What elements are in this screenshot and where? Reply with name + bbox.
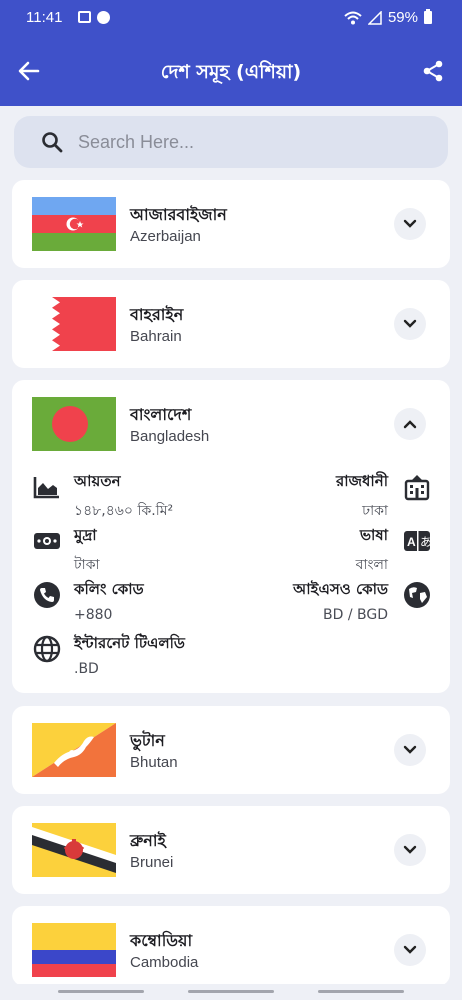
expand-button[interactable] [394,308,426,340]
country-name-en: Cambodia [130,954,199,971]
chevron-down-icon [403,945,417,954]
detail-value: .BD [74,661,99,677]
country-card-bahrain[interactable]: বাহরাইন Bahrain [12,280,450,368]
detail-value: ঢাকা [362,503,388,519]
wifi-icon [344,11,362,24]
country-name-bn: ভুটান [130,731,165,750]
expand-button[interactable] [394,734,426,766]
country-name-en: Bhutan [130,754,178,771]
globe-africa-icon [402,580,432,610]
country-card-bhutan[interactable]: ভুটান Bhutan [12,706,450,794]
detail-capital: রাজধানী ঢাকা [232,470,432,523]
search-icon [42,132,63,153]
chevron-down-icon [403,219,417,228]
detail-language: Aあ ভাষা বাংলা [232,524,432,577]
detail-value: টাকা [74,557,100,573]
detail-iso-code: আইএসও কোড BD / BGD [232,578,432,623]
phone-icon [32,580,62,610]
detail-label: ভাষা [359,526,388,544]
search-bar[interactable] [14,116,448,168]
flag-azerbaijan [32,197,116,251]
country-card-brunei[interactable]: ব্রুনাই Brunei [12,806,450,894]
nav-recents[interactable] [58,990,144,993]
detail-calling-code: কলিং কোড +880 [32,578,232,623]
detail-label: মুদ্রা [74,526,97,544]
detail-label: ইন্টারনেট টিএলডি [74,634,185,652]
detail-value: +880 [74,607,113,623]
flag-bhutan [32,723,116,777]
country-name-en: Brunei [130,854,174,871]
app-notification-icon [97,11,110,24]
country-name-bn: কম্বোডিয়া [130,931,193,950]
detail-currency: মুদ্রা টাকা [32,524,232,577]
money-icon [32,526,62,556]
country-details: আয়তন ১৪৮,৪৬০ কি.মি² রাজধানী ঢাকা মুদ্রা… [12,468,450,693]
share-icon [423,60,443,82]
chevron-down-icon [403,845,417,854]
nav-back[interactable] [318,990,404,993]
detail-area: আয়তন ১৪৮,৪৬০ কি.মি² [32,470,232,523]
globe-icon [32,634,62,664]
system-nav-bar [0,984,462,1000]
expand-button[interactable] [394,834,426,866]
country-name-bn: আজারবাইজান [130,205,227,224]
status-right: 59% [344,9,432,26]
detail-label: আয়তন [74,472,121,490]
svg-text:あ: あ [420,535,431,549]
nav-home[interactable] [188,990,274,993]
country-name-en: Azerbaijan [130,228,201,245]
status-bar: 11:41 59% [0,0,462,36]
chevron-down-icon [403,745,417,754]
country-name-en: Bangladesh [130,428,210,445]
notification-icons [78,11,110,24]
chevron-up-icon [403,420,417,429]
area-chart-icon [32,472,62,502]
detail-label: রাজধানী [335,472,388,490]
flag-cambodia [32,923,116,977]
share-button[interactable] [416,54,450,88]
country-name-bn: বাহরাইন [130,305,184,324]
detail-label: আইএসও কোড [293,580,388,598]
capital-building-icon [402,472,432,502]
country-name-en: Bahrain [130,328,182,345]
detail-label: কলিং কোড [74,580,144,598]
app-bar: দেশ সমূহ (এশিয়া) [0,36,462,106]
flag-brunei [32,823,116,877]
page-title: দেশ সমূহ (এশিয়া) [160,61,302,83]
country-card-azerbaijan[interactable]: আজারবাইজান Azerbaijan [12,180,450,268]
battery-percent: 59% [387,9,418,26]
collapse-button[interactable] [394,408,426,440]
signal-icon [367,10,382,25]
flag-bangladesh [32,397,116,451]
gallery-notification-icon [78,11,91,23]
battery-icon [424,9,432,24]
status-time: 11:41 [26,9,63,26]
expand-button[interactable] [394,208,426,240]
chevron-down-icon [403,319,417,328]
detail-value: BD / BGD [323,607,388,623]
expand-button[interactable] [394,934,426,966]
detail-value: ১৪৮,৪৬০ কি.মি² [74,503,174,519]
country-card-bangladesh[interactable]: বাংলাদেশ Bangladesh আয়তন ১৪৮,৪৬০ কি.মি²… [12,380,450,693]
search-input[interactable] [78,131,378,153]
country-name-bn: বাংলাদেশ [130,405,192,424]
country-name-bn: ব্রুনাই [130,831,166,850]
detail-value: বাংলা [355,557,388,573]
detail-tld: ইন্টারনেট টিএলডি .BD [32,632,232,677]
translate-icon: Aあ [402,526,432,556]
country-card-cambodia[interactable]: কম্বোডিয়া Cambodia [12,906,450,986]
flag-bahrain [32,297,116,351]
svg-text:A: A [407,535,416,549]
